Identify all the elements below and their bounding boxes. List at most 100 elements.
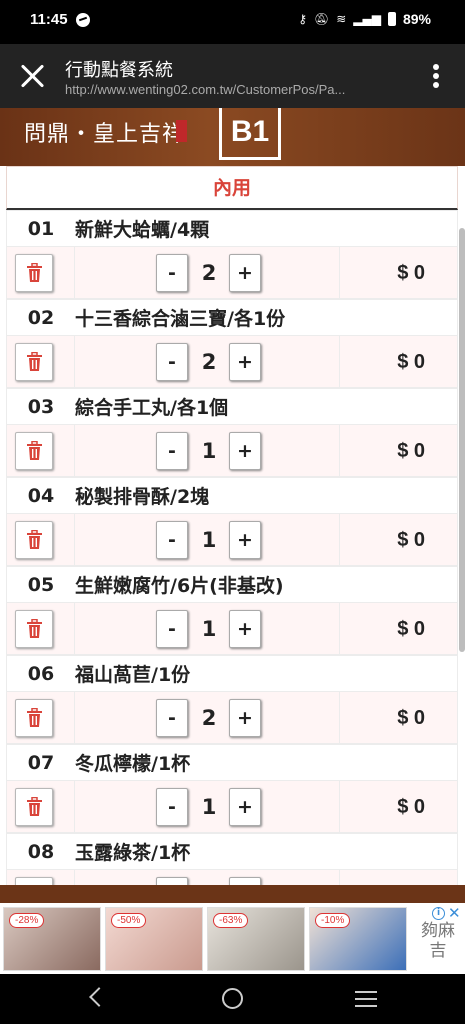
item-row: 08 玉露綠茶/1杯 [6,833,458,869]
item-row: 04 秘製排骨酥/2塊 [6,477,458,513]
decrease-qty-button[interactable]: - [156,610,188,648]
more-options-button[interactable] [433,64,441,90]
delete-button[interactable] [15,521,53,559]
battery-percent: 89% [402,11,431,27]
increase-qty-button[interactable]: + [229,432,261,470]
ad-sponsor: 夠麻吉 [421,921,455,961]
wifi-icon: ≋ [336,12,347,26]
signal-icon: ▂▄▆ [353,12,381,26]
quantity-value: 1 [201,617,217,641]
decrease-qty-button[interactable]: - [156,254,188,292]
delete-button[interactable] [15,254,53,292]
ad-item[interactable]: -28% [3,907,101,971]
delete-button[interactable] [15,343,53,381]
item-price: $ 0 [397,440,425,462]
key-icon: ⚷ [298,12,307,26]
delete-button[interactable] [15,610,53,648]
mute-icon: 🔕︎ [313,12,330,26]
item-controls: -2 + $ 0 [6,691,458,744]
ad-item[interactable]: -63% [207,907,305,971]
item-price: $ 0 [397,796,425,818]
back-icon[interactable] [89,987,109,1007]
increase-qty-button[interactable]: + [229,521,261,559]
decrease-qty-button[interactable]: - [156,521,188,559]
item-number: 01 [27,217,55,240]
battery-icon [387,12,396,26]
browser-toolbar: 行動點餐系統 http://www.wenting02.com.tw/Custo… [0,44,465,108]
item-price: $ 0 [397,707,425,729]
scrollbar[interactable] [459,228,465,652]
messenger-icon [76,13,90,27]
order-items: 01 新鮮大蛤蠣/4顆 -2 + $ 0 02 十三香綜合滷三寶/各1份 -2 + $ 0 03 綜合… [6,210,458,885]
item-number: 06 [27,662,55,685]
ad-info-icon[interactable]: i [432,907,445,920]
status-bar: 11:45 ⚷ 🔕︎ ≋ ▂▄▆ 89% [0,0,465,44]
item-number: 07 [27,751,55,774]
item-price: $ 0 [397,351,425,373]
decrease-qty-button[interactable]: - [156,432,188,470]
increase-qty-button[interactable]: + [229,877,261,885]
item-name: 生鮮嫩腐竹/6片(非基改) [75,575,284,597]
increase-qty-button[interactable]: + [229,699,261,737]
item-number: 03 [27,395,55,418]
item-row: 07 冬瓜檸檬/1杯 [6,744,458,780]
item-row: 06 福山萵苣/1份 [6,655,458,691]
decrease-qty-button[interactable]: - [156,699,188,737]
table-number: B1 [219,108,281,160]
increase-qty-button[interactable]: + [229,788,261,826]
item-controls: -1 + $ 0 [6,424,458,477]
page-url[interactable]: http://www.wenting02.com.tw/CustomerPos/… [65,82,405,97]
decrease-qty-button[interactable]: - [156,877,188,885]
quantity-value: 2 [201,350,217,374]
delete-button[interactable] [15,788,53,826]
ad-banner[interactable]: -28% -50% -63% -10% i ✕ 夠麻吉 [0,903,465,974]
quantity-value: 1 [191,877,227,885]
item-price: $ 0 [397,262,425,284]
discount-badge: -63% [213,913,249,928]
item-name: 冬瓜檸檬/1杯 [75,753,191,775]
logo-seal-icon [176,120,187,142]
discount-badge: -50% [111,913,147,928]
decrease-qty-button[interactable]: - [156,343,188,381]
item-number: 04 [27,484,55,507]
ad-item[interactable]: -10% [309,907,407,971]
item-number: 08 [27,840,55,863]
item-price: $ 0 [397,877,425,885]
quantity-value: 1 [201,795,217,819]
quantity-value: 2 [201,706,217,730]
item-name: 十三香綜合滷三寶/各1份 [75,308,286,330]
system-nav-bar [0,974,465,1024]
discount-badge: -10% [315,913,351,928]
restaurant-logo: 問鼎・皇上吉祥 [24,122,186,147]
quantity-value: 2 [201,261,217,285]
increase-qty-button[interactable]: + [229,343,261,381]
item-name: 福山萵苣/1份 [75,664,191,686]
close-button[interactable] [18,62,46,90]
ad-item[interactable]: -50% [105,907,203,971]
item-controls: -2 + $ 0 [6,246,458,299]
item-name: 新鮮大蛤蠣/4顆 [75,219,210,241]
increase-qty-button[interactable]: + [229,610,261,648]
item-row: 03 綜合手工丸/各1個 [6,388,458,424]
recents-icon[interactable] [355,991,377,1012]
item-price: $ 0 [397,618,425,640]
discount-badge: -28% [9,913,45,928]
status-time: 11:45 [30,11,68,28]
item-price: $ 0 [397,529,425,551]
footer-band [0,885,465,903]
item-number: 02 [27,306,55,329]
increase-qty-button[interactable]: + [229,254,261,292]
home-icon[interactable] [222,988,243,1009]
decrease-qty-button[interactable]: - [156,788,188,826]
delete-button[interactable] [15,877,53,885]
item-controls: -2 + $ 0 [6,335,458,388]
ad-close-icon[interactable]: ✕ [448,904,461,922]
delete-button[interactable] [15,432,53,470]
item-controls: -1 + $ 0 [6,513,458,566]
delete-button[interactable] [15,699,53,737]
item-name: 綜合手工丸/各1個 [75,397,229,419]
item-row: 05 生鮮嫩腐竹/6片(非基改) [6,566,458,602]
item-controls: -1 + $ 0 [6,602,458,655]
order-list[interactable]: 01 新鮮大蛤蠣/4顆 -2 + $ 0 02 十三香綜合滷三寶/各1份 -2 + $ 0 03 綜合… [0,166,465,885]
quantity-value: 1 [201,528,217,552]
